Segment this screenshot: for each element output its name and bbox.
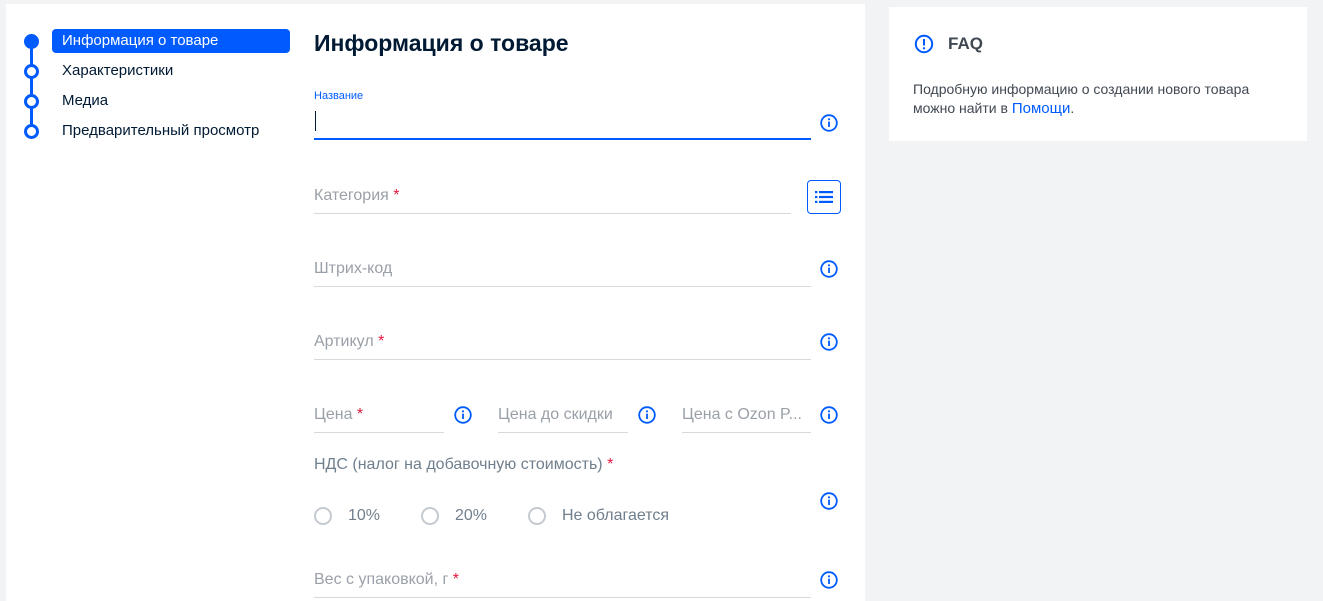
radio-circle (528, 507, 546, 525)
help-link[interactable]: Помощи (1012, 100, 1071, 117)
price-before-discount-label: Цена до скидки (498, 406, 613, 423)
radio-label: Не облагается (562, 507, 670, 524)
faq-text-body: Подробную информацию о создании нового т… (913, 81, 1250, 116)
category-field[interactable]: Категория * (314, 180, 791, 214)
radio-label: 10% (348, 507, 381, 524)
radio-label: 20% (455, 507, 488, 524)
article-label: Артикул (314, 333, 374, 350)
required-mark: * (393, 187, 400, 204)
info-icon[interactable] (820, 260, 838, 278)
step-dot-active (24, 33, 39, 49)
step-characteristics[interactable]: Характеристики (24, 59, 173, 83)
required-mark: * (607, 456, 614, 473)
price-before-discount-field[interactable]: Цена до скидки (498, 399, 628, 433)
barcode-label: Штрих-код (314, 260, 393, 277)
vat-radio-20[interactable]: 20% (421, 507, 487, 525)
step-product-info[interactable]: Информация о товаре (24, 29, 290, 53)
info-icon[interactable] (454, 406, 472, 424)
exclamation-icon (914, 34, 934, 54)
article-field[interactable]: Артикул * (314, 326, 811, 360)
faq-card (889, 7, 1307, 141)
radio-circle (314, 507, 332, 525)
name-field-label: Название (314, 90, 364, 102)
info-icon[interactable] (820, 492, 838, 510)
required-mark: * (452, 571, 460, 588)
vat-radio-none[interactable]: Не облагается (528, 507, 669, 525)
step-media[interactable]: Медиа (24, 89, 108, 113)
step-dot (24, 123, 39, 139)
step-label: Предварительный просмотр (62, 122, 260, 139)
step-preview[interactable]: Предварительный просмотр (24, 119, 259, 143)
faq-title: FAQ (948, 34, 983, 53)
step-label: Характеристики (62, 62, 174, 79)
step-label: Информация о товаре (52, 29, 290, 53)
info-icon[interactable] (820, 333, 838, 351)
weight-field[interactable]: Вес с упаковкой, г * (314, 564, 811, 598)
category-select-button[interactable] (807, 180, 841, 214)
name-input[interactable] (314, 106, 811, 140)
price-ozon-field[interactable]: Цена с Ozon P... (682, 399, 811, 433)
list-icon (815, 191, 833, 203)
required-mark: * (356, 406, 364, 423)
stepper-line (30, 40, 33, 130)
text-caret (315, 111, 316, 131)
step-label: Медиа (62, 92, 109, 109)
vat-radio-10[interactable]: 10% (314, 507, 380, 525)
info-icon[interactable] (820, 571, 838, 589)
price-field[interactable]: Цена * (314, 399, 444, 433)
vat-label-text: НДС (налог на добавочную стоимость) (314, 456, 603, 473)
category-label: Категория (314, 187, 389, 204)
step-dot (24, 93, 39, 109)
page-title: Информация о товаре (314, 30, 569, 56)
price-label: Цена (314, 406, 353, 423)
step-dot (24, 63, 39, 79)
info-icon[interactable] (638, 406, 656, 424)
required-mark: * (378, 333, 385, 350)
barcode-field[interactable]: Штрих-код (314, 253, 811, 287)
price-ozon-label: Цена с Ozon P... (682, 406, 802, 423)
info-icon[interactable] (820, 114, 838, 132)
weight-label: Вес с упаковкой, г (314, 571, 449, 588)
radio-circle (421, 507, 439, 525)
vat-label: НДС (налог на добавочную стоимость) * (314, 456, 613, 474)
info-icon[interactable] (820, 406, 838, 424)
faq-text: Подробную информацию о создании нового т… (913, 80, 1283, 118)
faq-text-end: . (1070, 100, 1075, 116)
